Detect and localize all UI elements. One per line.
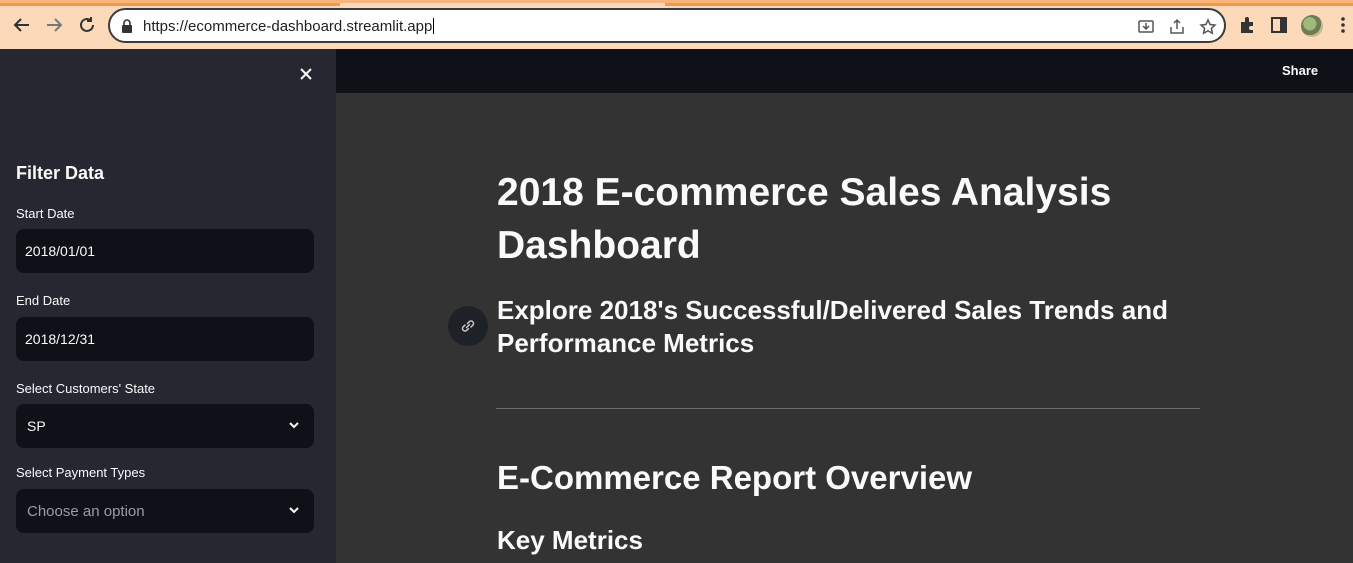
side-panel-icon[interactable] — [1269, 15, 1289, 35]
link-icon — [461, 320, 475, 332]
back-icon[interactable] — [9, 12, 35, 38]
chevron-down-icon[interactable] — [288, 504, 300, 516]
url-text[interactable]: https://ecommerce-dashboard.streamlit.ap… — [143, 18, 435, 35]
address-bar[interactable]: https://ecommerce-dashboard.streamlit.ap… — [108, 8, 1226, 43]
payment-select-label: Select Payment Types — [16, 465, 146, 480]
end-date-input[interactable]: 2018/12/31 — [16, 317, 314, 361]
browser-menu-icon[interactable] — [1340, 16, 1346, 34]
lock-icon[interactable] — [121, 19, 133, 33]
browser-toolbar: https://ecommerce-dashboard.streamlit.ap… — [0, 0, 1353, 49]
tab-accent — [0, 3, 340, 6]
page-subtitle: Explore 2018's Successful/Delivered Sale… — [497, 295, 1168, 358]
install-icon[interactable] — [1137, 18, 1155, 36]
page-title: 2018 E-commerce Sales Analysis Dashboard — [497, 171, 1112, 267]
divider — [496, 408, 1200, 409]
start-date-input[interactable]: 2018/01/01 — [16, 229, 314, 273]
forward-icon[interactable] — [41, 12, 67, 38]
payment-select[interactable]: Choose an option — [16, 489, 314, 533]
close-sidebar-icon[interactable] — [298, 66, 314, 82]
share-page-icon[interactable] — [1168, 18, 1186, 36]
start-date-label: Start Date — [16, 206, 75, 221]
section-heading: E-Commerce Report Overview — [497, 459, 973, 496]
start-date-value: 2018/01/01 — [25, 243, 96, 259]
state-select-label: Select Customers' State — [16, 381, 156, 396]
end-date-value: 2018/12/31 — [25, 331, 96, 347]
bookmark-star-icon[interactable] — [1199, 18, 1217, 36]
sidebar-title: Filter Data — [16, 163, 105, 183]
state-select[interactable]: SP — [16, 404, 314, 448]
state-select-value: SP — [27, 418, 46, 434]
end-date-label: End Date — [16, 293, 71, 308]
subsection-heading: Key Metrics — [497, 525, 643, 555]
extensions-icon[interactable] — [1237, 15, 1257, 35]
anchor-link-button[interactable] — [448, 306, 488, 346]
reload-icon[interactable] — [74, 12, 100, 38]
profile-avatar[interactable] — [1301, 15, 1323, 37]
chevron-down-icon[interactable] — [288, 419, 300, 431]
app-header — [336, 49, 1353, 93]
payment-select-placeholder: Choose an option — [27, 502, 145, 520]
tab-accent — [665, 3, 1353, 6]
share-button[interactable]: Share — [1282, 63, 1318, 78]
